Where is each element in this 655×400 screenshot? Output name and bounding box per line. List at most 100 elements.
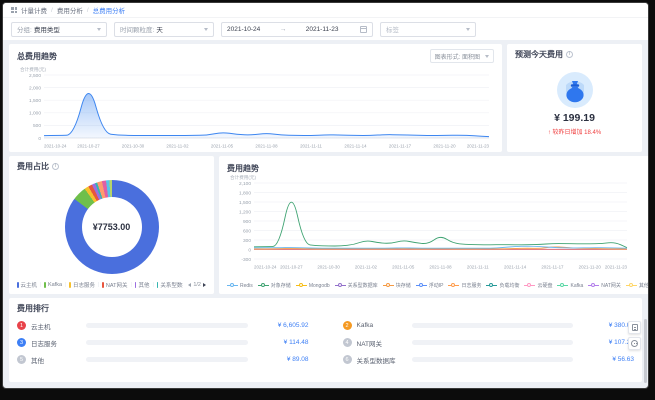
trend-legend-item[interactable]: 块存储 — [382, 282, 411, 289]
svg-text:1,000: 1,000 — [29, 111, 41, 117]
rank-badge: 6 — [342, 355, 352, 364]
svg-text:1,500: 1,500 — [29, 98, 41, 104]
trend-legend-item[interactable]: 云硬盘 — [524, 282, 552, 289]
svg-text:2021-10-24: 2021-10-24 — [254, 265, 277, 270]
total-trend-chart-type-value: 图表形式: 面积图 — [434, 54, 480, 61]
vertical-scrollbar-thumb[interactable] — [643, 319, 647, 383]
svg-text:300: 300 — [243, 238, 251, 244]
donut-legend-item[interactable]: 关系型数据库 — [156, 281, 183, 289]
svg-text:1,800: 1,800 — [239, 190, 251, 196]
survey-button[interactable] — [628, 321, 641, 334]
rank-item-name: NAT网关 — [356, 340, 383, 348]
breadcrumb-separator: / — [51, 6, 53, 14]
legend-prev-icon[interactable] — [188, 283, 192, 287]
breadcrumb-metering[interactable]: 计量计费 — [21, 5, 47, 15]
info-icon[interactable]: i — [566, 51, 573, 58]
tag-placeholder: 标签 — [386, 27, 399, 34]
granularity-select[interactable]: 时间颗粒度: 天 — [114, 21, 214, 37]
svg-text:2021-10-30: 2021-10-30 — [122, 144, 145, 149]
donut-legend-item[interactable]: 日志服务 — [69, 281, 95, 289]
rank-item-name: 其他 — [31, 357, 44, 365]
rank-bar — [411, 357, 573, 362]
cost-ranking-title: 费用排行 — [17, 304, 49, 313]
tag-select[interactable]: 标签 — [380, 21, 476, 37]
rank-badge: 3 — [17, 338, 26, 347]
chevron-down-icon — [466, 27, 470, 31]
breadcrumb: 计量计费 / 费用分析 / 总费用分析 — [3, 3, 648, 17]
rank-item-value: ¥ 114.48 — [283, 339, 309, 346]
ranking-row[interactable]: 1 云主机 ¥ 6,605.92 — [17, 317, 309, 334]
svg-text:2,500: 2,500 — [29, 73, 41, 79]
svg-text:2021-11-20: 2021-11-20 — [579, 265, 602, 270]
support-button[interactable] — [628, 337, 641, 350]
trend-legend-item[interactable]: NAT网关 — [588, 282, 621, 289]
money-bag-icon — [556, 72, 593, 108]
trend-legend-item[interactable]: Kafka — [557, 283, 583, 289]
donut-legend-item[interactable]: NAT网关 — [102, 281, 128, 289]
svg-text:1,200: 1,200 — [239, 209, 251, 215]
forecast-card: 预测今天费用 i ¥ 199.19 ↑ 较昨日增加 18.4% — [507, 44, 642, 152]
trend-legend-item[interactable]: 关系型数据库 — [334, 282, 378, 289]
dashboard-content: 总费用趋势 图表形式: 面积图 0 500 1,000 1,500 2,000 2,500… — [3, 40, 648, 386]
trend-legend-item[interactable]: 日志服务 — [448, 282, 481, 289]
ranking-row[interactable]: 6 关系型数据库 ¥ 56.63 — [342, 351, 634, 368]
total-cost-trend-card: 总费用趋势 图表形式: 面积图 0 500 1,000 1,500 2,000 2,500… — [9, 44, 502, 152]
svg-text:900: 900 — [243, 219, 251, 225]
donut-legend-item[interactable]: 其他 — [134, 281, 149, 289]
rank-bar — [86, 357, 248, 362]
ranking-row[interactable]: 2 Kafka ¥ 380.07 — [342, 317, 634, 334]
cost-trend-chart[interactable]: -300 0 300 600 900 1,200 1,500 1,800 2,100 2021-1… — [227, 174, 648, 281]
group-by-select[interactable]: 分组: 费用类型 — [11, 21, 107, 37]
trend-legend: Redis 对象存储 Mongodb 关系型数据库 块存储 浮动IP 日志服务 负载均衡 云硬盘… — [227, 282, 648, 289]
svg-text:2021-11-02: 2021-11-02 — [355, 265, 378, 270]
breadcrumb-separator: / — [86, 6, 89, 14]
trend-legend-item[interactable]: Mongodb — [295, 283, 330, 289]
cost-trend-title: 费用趋势 — [227, 163, 259, 173]
donut-legend: 云主机|Kafka|日志服务|NAT网关|其他|关系型数据库|负载均衡 1/2 — [17, 281, 206, 289]
svg-text:合计费用(元): 合计费用(元) — [20, 66, 46, 73]
breadcrumb-cost-analysis[interactable]: 费用分析 — [57, 5, 83, 15]
rank-badge: 5 — [17, 355, 26, 364]
cost-trend-card: 费用趋势 图表形式: 折线图 -30003006009001,2001,5001… — [219, 156, 648, 294]
date-start[interactable]: 2021-10-24 — [227, 26, 260, 33]
svg-text:2021-11-08: 2021-11-08 — [255, 144, 278, 149]
legend-next-icon[interactable] — [203, 283, 206, 287]
filter-bar: 分组: 费用类型 时间颗粒度: 天 2021-10-24 → 2021-11-23 … — [3, 17, 648, 40]
svg-text:2021-11-14: 2021-11-14 — [504, 265, 527, 270]
rank-item-value: ¥ 89.08 — [286, 356, 309, 363]
rank-item-value: ¥ 107.27 — [608, 339, 634, 346]
svg-text:2021-11-02: 2021-11-02 — [166, 144, 189, 149]
svg-text:2021-11-11: 2021-11-11 — [467, 265, 489, 270]
donut-legend-item[interactable]: Kafka — [44, 282, 62, 288]
rank-badge: 1 — [17, 321, 26, 330]
ranking-row[interactable]: 4 NAT网关 ¥ 107.27 — [342, 334, 634, 351]
total-trend-chart-type-select[interactable]: 图表形式: 面积图 — [429, 49, 494, 63]
forecast-amount: ¥ 199.19 — [554, 112, 595, 124]
svg-text:2021-11-14: 2021-11-14 — [344, 144, 367, 149]
calendar-icon — [359, 25, 367, 33]
info-icon[interactable]: i — [52, 163, 59, 170]
donut-legend-page: 1/2 — [193, 282, 201, 288]
total-cost-trend-chart[interactable]: 0 500 1,000 1,500 2,000 2,500 2021-10-24 2021-1… — [17, 63, 494, 154]
trend-legend-item[interactable]: 对象存储 — [257, 282, 291, 289]
chevron-down-icon — [485, 54, 489, 58]
group-by-label: 分组: — [17, 27, 32, 34]
svg-text:2021-10-30: 2021-10-30 — [317, 265, 340, 270]
rank-item-name: 日志服务 — [31, 340, 57, 348]
breadcrumb-total-cost-analysis[interactable]: 总费用分析 — [93, 5, 126, 15]
donut-legend-item[interactable]: 云主机 — [17, 281, 37, 289]
trend-legend-item[interactable]: 其他 — [625, 282, 648, 289]
date-end[interactable]: 2021-11-23 — [306, 26, 339, 33]
ranking-row[interactable]: 3 日志服务 ¥ 114.48 — [17, 334, 309, 351]
forecast-title: 预测今天费用 i — [515, 49, 634, 60]
cost-proportion-donut-chart[interactable]: ¥7753.00 — [64, 179, 159, 274]
svg-text:500: 500 — [33, 123, 41, 129]
ranking-row[interactable]: 5 其他 ¥ 89.08 — [17, 351, 309, 368]
trend-legend-item[interactable]: 负载均衡 — [486, 282, 519, 289]
svg-text:2021-10-24: 2021-10-24 — [44, 144, 67, 149]
rank-item-value: ¥ 380.07 — [608, 322, 634, 329]
svg-text:2,000: 2,000 — [29, 85, 41, 91]
date-range-picker[interactable]: 2021-10-24 → 2021-11-23 — [221, 21, 373, 37]
trend-legend-item[interactable]: 浮动IP — [415, 282, 443, 289]
trend-legend-item[interactable]: Redis — [227, 283, 253, 289]
